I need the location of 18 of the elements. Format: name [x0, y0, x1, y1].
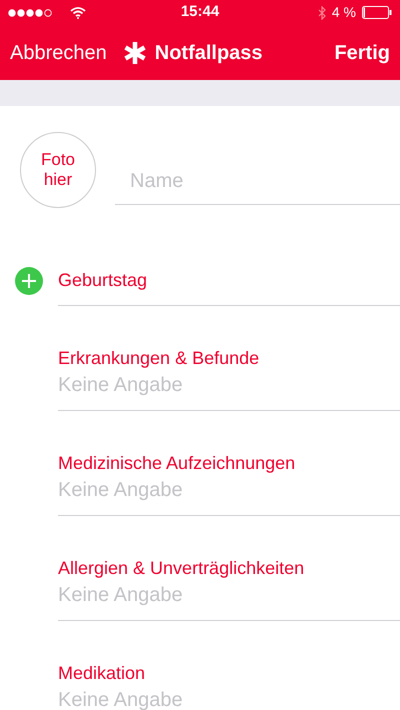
name-field[interactable]: Name [115, 159, 400, 205]
photo-button[interactable]: Foto hier [20, 132, 96, 208]
battery-percentage: 4 % [332, 3, 356, 22]
add-icon[interactable] [15, 267, 43, 295]
window-title: Notfallpass [154, 40, 263, 66]
done-button[interactable]: Fertig [334, 38, 390, 68]
battery-icon [362, 6, 392, 19]
section-label: Medizinische Aufzeichnungen [58, 452, 296, 475]
asterisk-icon [122, 40, 147, 64]
section-label: Erkrankungen & Befunde [58, 347, 260, 370]
signal-icon [8, 8, 52, 16]
birthday-label[interactable]: Geburtstag [58, 267, 148, 294]
cancel-button[interactable]: Abbrechen [10, 38, 107, 68]
bluetooth-icon [318, 6, 326, 20]
section-label: Allergien & Unverträglichkeiten [58, 557, 306, 580]
section-label: Medikation [58, 662, 146, 685]
status-time: 15:44 [180, 2, 220, 22]
wifi-icon [70, 6, 86, 18]
